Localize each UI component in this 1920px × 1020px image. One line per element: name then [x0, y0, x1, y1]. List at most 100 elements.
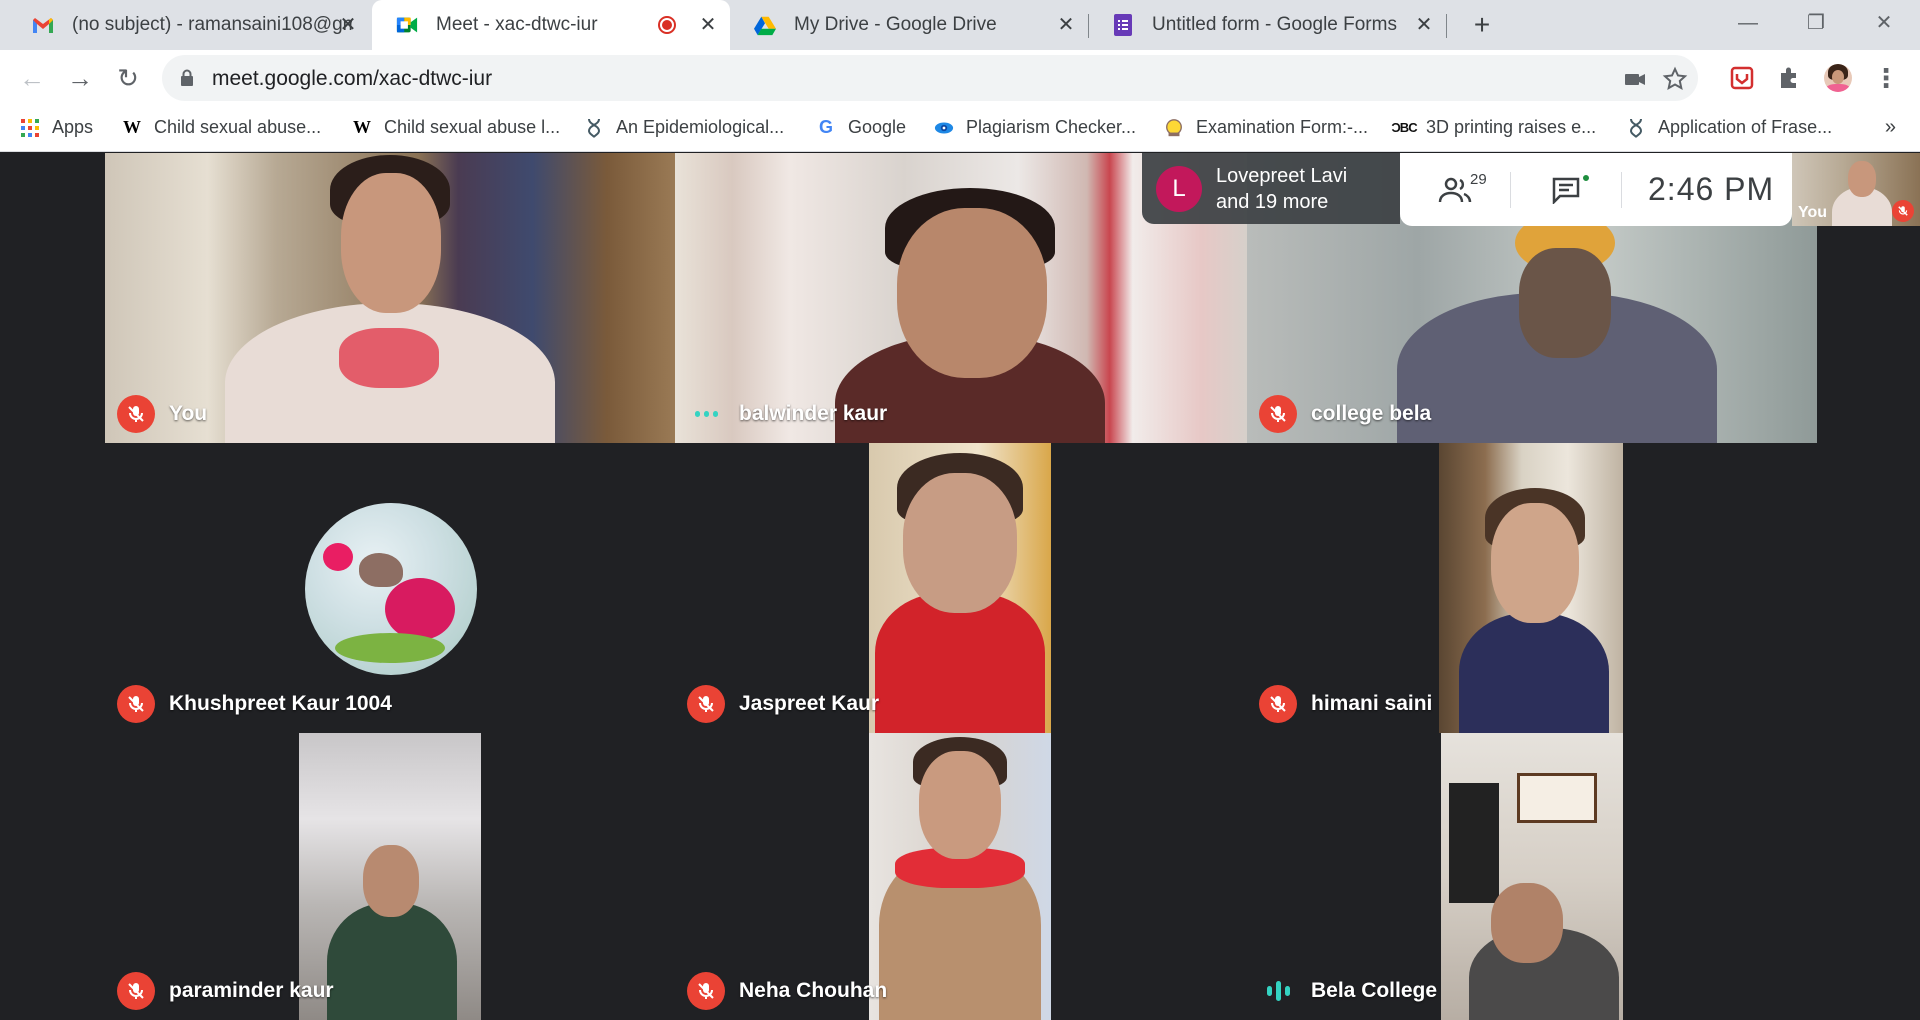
bookmark-item[interactable]: G Google [816, 117, 906, 138]
back-arrow-icon[interactable]: ← [16, 62, 48, 94]
bookmark-label: Google [848, 117, 907, 137]
participant-name: Jaspreet Kaur [739, 692, 880, 715]
participant-nameplate: You [117, 395, 207, 433]
participant-tile-himani-saini[interactable]: himani saini [1247, 443, 1817, 733]
close-tab-icon[interactable]: ✕ [1054, 13, 1078, 37]
participant-nameplate: Khushpreet Kaur 1004 [117, 685, 392, 723]
meet-stage: You balwinder kaur college bela Khushpre… [0, 153, 1920, 1020]
close-tab-icon[interactable]: ✕ [696, 13, 720, 37]
bookmark-label: Examination Form:-... [1196, 117, 1369, 137]
connecting-dots-icon [687, 395, 725, 433]
participant-name: Neha Chouhan [739, 979, 888, 1002]
participant-name: balwinder kaur [739, 402, 888, 425]
bookmark-star-icon[interactable] [1662, 66, 1688, 92]
participant-video-figure [1519, 248, 1611, 358]
participant-tile-neha-chouhan[interactable]: Neha Chouhan [675, 733, 1247, 1020]
bookmark-item[interactable]: ƆBC 3D printing raises e... [1391, 117, 1597, 138]
wikipedia-icon: W [123, 117, 141, 137]
recording-indicator-icon [658, 16, 676, 34]
participant-video-figure [363, 845, 419, 917]
tab-forms[interactable]: Untitled form - Google Forms ✕ [1088, 0, 1446, 50]
address-bar[interactable]: meet.google.com/xac-dtwc-iur [162, 55, 1698, 101]
dna-icon [1626, 118, 1646, 138]
bookmark-label: 3D printing raises e... [1426, 117, 1597, 137]
participant-name: You [169, 402, 208, 425]
participant-video-figure [875, 593, 1045, 733]
self-view-thumbnail[interactable]: You [1792, 153, 1920, 226]
participant-tile-khushpreet-kaur[interactable]: Khushpreet Kaur 1004 [105, 443, 675, 733]
wikipedia-icon: W [353, 117, 371, 137]
participant-video-figure [897, 208, 1047, 378]
more-bookmarks-button[interactable]: » [1885, 116, 1896, 139]
close-window-button[interactable]: ✕ [1864, 8, 1904, 38]
mic-muted-icon [117, 972, 155, 1010]
forms-icon [1112, 14, 1134, 36]
join-notification-text: Lovepreet Lavi and 19 more [1216, 163, 1347, 215]
avatar: L [1156, 165, 1202, 212]
participant-tile-bela-college[interactable]: Bela College [1247, 733, 1817, 1020]
reload-icon[interactable]: ↻ [112, 62, 144, 94]
emblem-icon [1164, 118, 1184, 138]
participant-nameplate: Bela College [1259, 972, 1437, 1010]
profile-avatar[interactable] [1824, 64, 1852, 92]
meet-icon [396, 14, 418, 36]
bookmark-item[interactable]: An Epidemiological... [584, 117, 784, 138]
camera-icon[interactable] [1622, 66, 1648, 92]
bookmark-label: Apps [52, 117, 94, 137]
participant-video-figure [903, 473, 1017, 613]
tab-gmail[interactable]: (no subject) - ramansaini108@gm ✕ [8, 0, 370, 50]
participant-tile-jaspreet-kaur[interactable]: Jaspreet Kaur [675, 443, 1247, 733]
mic-muted-icon [687, 685, 725, 723]
gmail-icon [32, 14, 54, 36]
join-notification-name: Lovepreet Lavi [1216, 164, 1348, 187]
forward-arrow-icon[interactable]: → [64, 62, 96, 94]
bookmark-item[interactable]: W Child sexual abuse l... [352, 117, 560, 138]
participant-video-figure [919, 751, 1001, 859]
bookmark-label: An Epidemiological... [616, 117, 785, 137]
mic-muted-icon [117, 685, 155, 723]
participant-tile-you[interactable]: You [105, 153, 675, 443]
tab-divider [1446, 14, 1447, 38]
bookmark-label: Child sexual abuse l... [384, 117, 561, 137]
participant-video-figure [1491, 883, 1563, 963]
participant-name: paraminder kaur [169, 979, 334, 1002]
participant-nameplate: college bela [1259, 395, 1431, 433]
close-tab-icon[interactable]: ✕ [1412, 13, 1436, 37]
bookmark-item[interactable]: W Child sexual abuse... [122, 117, 321, 138]
menu-kebab-icon[interactable]: ⋮ [1870, 62, 1902, 94]
participant-tile-paraminder-kaur[interactable]: paraminder kaur [105, 733, 675, 1020]
people-icon [1438, 177, 1472, 202]
bookmark-item[interactable]: Examination Form:-... [1164, 117, 1368, 138]
bookmark-apps[interactable]: Apps [20, 117, 93, 138]
participant-nameplate: paraminder kaur [117, 972, 334, 1010]
close-tab-icon[interactable]: ✕ [336, 13, 360, 37]
participant-video-figure [1449, 783, 1499, 903]
restore-window-button[interactable]: ❐ [1796, 8, 1836, 38]
tab-drive[interactable]: My Drive - Google Drive ✕ [730, 0, 1088, 50]
new-tab-button[interactable]: + [1467, 10, 1497, 40]
bookmark-label: Plagiarism Checker... [966, 117, 1137, 137]
lock-icon [181, 69, 193, 86]
participant-video-figure [1491, 503, 1579, 623]
url-text[interactable]: meet.google.com/xac-dtwc-iur [212, 67, 492, 91]
browser-tab-strip: (no subject) - ramansaini108@gm ✕ Meet -… [0, 0, 1920, 50]
participant-name: college bela [1311, 402, 1432, 425]
tab-meet[interactable]: Meet - xac-dtwc-iur ✕ [372, 0, 730, 50]
bookmark-item[interactable]: Application of Frase... [1626, 117, 1832, 138]
show-participants-button[interactable]: 29 [1400, 153, 1510, 226]
join-notification[interactable]: L Lovepreet Lavi and 19 more [1142, 153, 1400, 224]
extension-tab-icon[interactable] [1728, 64, 1756, 92]
minimize-window-button[interactable]: — [1728, 8, 1768, 38]
chat-button[interactable] [1511, 153, 1621, 226]
participant-avatar [305, 503, 477, 675]
participant-nameplate: himani saini [1259, 685, 1432, 723]
participant-video-figure [341, 173, 441, 313]
tab-title: (no subject) - ramansaini108@gm [72, 14, 352, 35]
unread-badge [1581, 173, 1591, 183]
extensions-puzzle-icon[interactable] [1776, 64, 1804, 92]
mic-muted-icon [1259, 395, 1297, 433]
abc-icon: ƆBC [1391, 120, 1417, 135]
tab-title: Meet - xac-dtwc-iur [436, 14, 598, 35]
tab-title: My Drive - Google Drive [794, 14, 997, 35]
bookmark-item[interactable]: Plagiarism Checker... [934, 117, 1136, 138]
